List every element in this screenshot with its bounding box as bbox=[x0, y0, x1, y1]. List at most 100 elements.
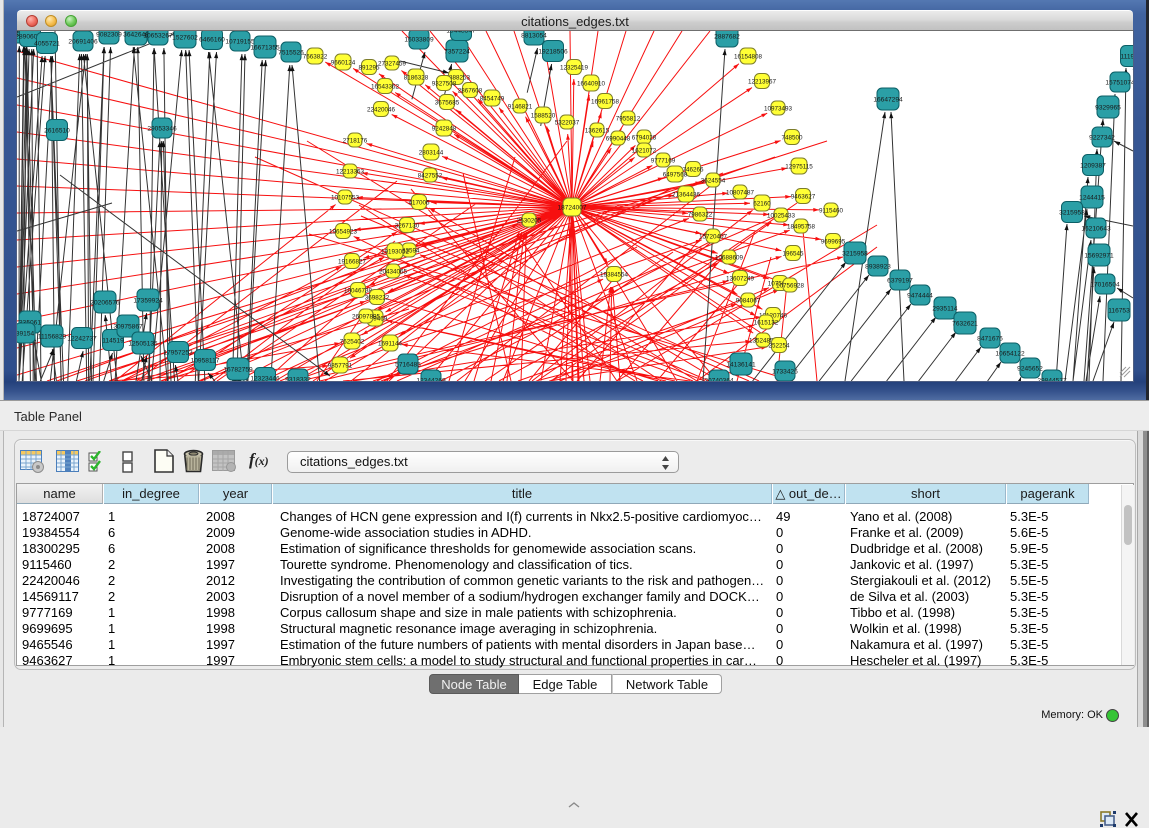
svg-text:7632621: 7632621 bbox=[952, 321, 978, 328]
svg-text:2530205: 2530205 bbox=[517, 218, 542, 225]
svg-text:29053346: 29053346 bbox=[147, 126, 177, 133]
svg-text:12325419: 12325419 bbox=[560, 65, 589, 72]
svg-text:20691406: 20691406 bbox=[68, 39, 98, 46]
svg-text:12323446: 12323446 bbox=[250, 376, 280, 382]
svg-text:1588520: 1588520 bbox=[531, 113, 556, 120]
svg-text:10688609: 10688609 bbox=[715, 255, 744, 262]
svg-text:12213967: 12213967 bbox=[748, 79, 777, 86]
svg-text:22420046: 22420046 bbox=[367, 107, 396, 114]
svg-text:10756928: 10756928 bbox=[776, 283, 805, 290]
svg-text:19193052: 19193052 bbox=[381, 249, 410, 256]
svg-text:9660124: 9660124 bbox=[331, 60, 356, 67]
svg-text:17016504: 17016504 bbox=[1090, 282, 1120, 289]
svg-text:18724007: 18724007 bbox=[558, 205, 587, 212]
svg-text:20434065: 20434065 bbox=[379, 269, 408, 276]
svg-text:1362615: 1362615 bbox=[585, 128, 610, 135]
svg-text:6497568: 6497568 bbox=[663, 172, 688, 179]
svg-text:8938923: 8938923 bbox=[865, 264, 891, 271]
svg-text:17957253: 17957253 bbox=[163, 350, 193, 357]
svg-text:12344269: 12344269 bbox=[416, 378, 446, 382]
svg-text:7357224: 7357224 bbox=[444, 49, 470, 56]
svg-text:891295: 891295 bbox=[358, 65, 380, 72]
svg-text:9463627: 9463627 bbox=[791, 194, 816, 201]
svg-text:16210643: 16210643 bbox=[1081, 226, 1111, 233]
svg-text:20206576: 20206576 bbox=[90, 300, 120, 307]
svg-text:7986322: 7986322 bbox=[688, 212, 713, 219]
svg-text:5716485: 5716485 bbox=[395, 362, 421, 369]
svg-text:12505135: 12505135 bbox=[128, 341, 158, 348]
svg-text:15692971: 15692971 bbox=[1084, 253, 1114, 260]
svg-text:27327459: 27327459 bbox=[378, 61, 407, 68]
svg-text:6466160: 6466160 bbox=[199, 37, 225, 44]
svg-text:2867608: 2867608 bbox=[458, 88, 483, 95]
svg-text:8813054: 8813054 bbox=[521, 33, 547, 40]
svg-text:10807487: 10807487 bbox=[726, 190, 755, 197]
svg-text:14136141: 14136141 bbox=[726, 362, 756, 369]
svg-text:7663822: 7663822 bbox=[303, 54, 328, 61]
svg-text:2935114: 2935114 bbox=[932, 306, 958, 313]
svg-text:8471676: 8471676 bbox=[977, 336, 1003, 343]
svg-text:9318332: 9318332 bbox=[285, 377, 311, 382]
svg-text:9777169: 9777169 bbox=[651, 158, 676, 165]
svg-text:9327508: 9327508 bbox=[432, 81, 457, 88]
svg-text:19218506: 19218506 bbox=[538, 49, 568, 56]
svg-text:39154: 39154 bbox=[17, 331, 34, 338]
svg-text:252254: 252254 bbox=[768, 343, 790, 350]
svg-text:19654923: 19654923 bbox=[329, 229, 358, 236]
svg-text:6379197: 6379197 bbox=[887, 278, 913, 285]
svg-text:9474444: 9474444 bbox=[907, 293, 933, 300]
svg-text:3215958: 3215958 bbox=[842, 251, 868, 258]
svg-text:2887682: 2887682 bbox=[714, 34, 740, 41]
svg-text:17359924: 17359924 bbox=[133, 298, 163, 305]
svg-text:16782759: 16782759 bbox=[223, 367, 253, 374]
svg-text:62160: 62160 bbox=[753, 201, 771, 208]
svg-text:4055721: 4055721 bbox=[34, 41, 60, 48]
svg-text:10654122: 10654122 bbox=[995, 351, 1025, 358]
svg-text:19166827: 19166827 bbox=[338, 259, 367, 266]
svg-text:10973493: 10973493 bbox=[764, 106, 793, 113]
svg-text:10958117: 10958117 bbox=[191, 358, 220, 365]
svg-text:16640910: 16640910 bbox=[577, 81, 606, 88]
svg-text:2718176: 2718176 bbox=[343, 138, 368, 145]
svg-text:9857791: 9857791 bbox=[328, 363, 353, 370]
svg-text:12213363: 12213363 bbox=[336, 169, 365, 176]
svg-text:9082309: 9082309 bbox=[96, 32, 122, 39]
svg-text:26097895: 26097895 bbox=[352, 314, 381, 321]
svg-text:1527602: 1527602 bbox=[172, 35, 198, 42]
svg-text:19384554: 19384554 bbox=[600, 272, 629, 279]
svg-text:1733426: 1733426 bbox=[772, 369, 798, 376]
svg-text:9227342: 9227342 bbox=[1089, 135, 1115, 142]
svg-text:2616510: 2616510 bbox=[44, 128, 70, 135]
svg-text:10046738: 10046738 bbox=[344, 288, 373, 295]
svg-text:19448347: 19448347 bbox=[446, 31, 476, 35]
svg-text:9245652: 9245652 bbox=[1017, 366, 1043, 373]
svg-text:16033809: 16033809 bbox=[404, 37, 434, 44]
svg-text:3215958: 3215958 bbox=[1059, 210, 1085, 217]
svg-text:1209387: 1209387 bbox=[1080, 163, 1106, 170]
svg-text:6794028: 6794028 bbox=[632, 135, 657, 142]
svg-text:11156829: 11156829 bbox=[38, 334, 67, 341]
svg-text:12975115: 12975115 bbox=[785, 164, 813, 171]
svg-text:3698222: 3698222 bbox=[365, 295, 390, 302]
svg-text:7955812: 7955812 bbox=[616, 116, 641, 123]
svg-text:21364436: 21364436 bbox=[672, 192, 701, 199]
svg-text:10653267: 10653267 bbox=[143, 33, 173, 40]
svg-text:114519: 114519 bbox=[102, 338, 124, 345]
svg-text:9146821: 9146821 bbox=[508, 104, 533, 111]
svg-text:20740364: 20740364 bbox=[704, 378, 734, 382]
svg-text:12242737: 12242737 bbox=[67, 336, 97, 343]
svg-text:3624554: 3624554 bbox=[701, 178, 726, 185]
svg-text:16543362: 16543362 bbox=[371, 84, 400, 91]
svg-text:196545: 196545 bbox=[782, 251, 804, 258]
svg-text:13607249: 13607249 bbox=[726, 276, 755, 283]
svg-text:6990448: 6990448 bbox=[606, 136, 631, 143]
svg-text:7625402: 7625402 bbox=[340, 339, 365, 346]
svg-text:1621072: 1621072 bbox=[632, 148, 657, 155]
svg-text:8427552: 8427552 bbox=[418, 173, 443, 180]
svg-text:9329965: 9329965 bbox=[1095, 105, 1121, 112]
svg-text:16154808: 16154808 bbox=[734, 54, 763, 61]
svg-text:16961758: 16961758 bbox=[591, 99, 620, 106]
svg-text:7515526: 7515526 bbox=[278, 50, 304, 57]
svg-text:30975867: 30975867 bbox=[113, 324, 143, 331]
svg-text:748500: 748500 bbox=[781, 135, 803, 142]
